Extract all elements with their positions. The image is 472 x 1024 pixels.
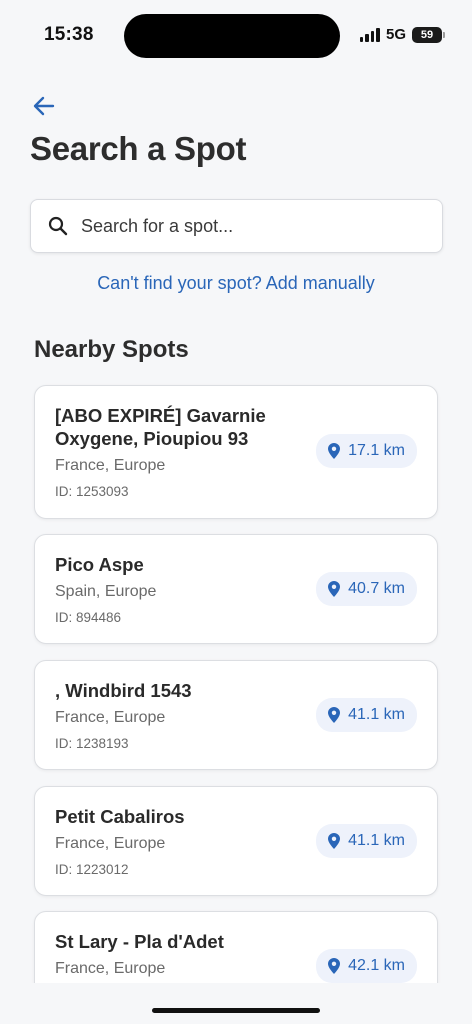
spot-card[interactable]: Pico Aspe Spain, Europe ID: 894486 40.7 …: [34, 534, 438, 644]
distance-value: 41.1 km: [348, 706, 405, 723]
spot-name: [ABO EXPIRÉ] Gavarnie Oxygene, Pioupiou …: [55, 405, 266, 449]
distance-badge: 42.1 km: [316, 949, 417, 983]
network-type: 5G: [385, 26, 406, 43]
spot-name: , Windbird 1543: [55, 680, 192, 701]
map-pin-icon: [328, 707, 341, 723]
add-manually-link[interactable]: Can't find your spot? Add manually: [0, 273, 472, 294]
search-input[interactable]: [81, 200, 442, 252]
nearby-spots-title: Nearby Spots: [34, 336, 189, 363]
distance-value: 40.7 km: [348, 580, 405, 597]
map-pin-icon: [328, 833, 341, 849]
distance-value: 42.1 km: [348, 957, 405, 974]
distance-badge: 41.1 km: [316, 824, 417, 858]
spot-card[interactable]: Petit Cabaliros France, Europe ID: 12230…: [34, 786, 438, 896]
distance-badge: 17.1 km: [316, 434, 417, 468]
map-pin-icon: [328, 958, 341, 974]
home-indicator[interactable]: [152, 1008, 320, 1013]
spot-card[interactable]: [ABO EXPIRÉ] Gavarnie Oxygene, Pioupiou …: [34, 385, 438, 519]
map-pin-icon: [328, 581, 341, 597]
spot-id: ID: 894486: [55, 610, 122, 625]
spot-id: ID: 1238193: [55, 736, 129, 751]
arrow-left-icon: [33, 96, 55, 116]
distance-badge: 40.7 km: [316, 572, 417, 606]
battery-icon: 59: [412, 26, 445, 43]
map-pin-icon: [328, 443, 341, 459]
spot-name: St Lary - Pla d'Adet: [55, 931, 224, 952]
bottom-safe-area: [0, 983, 472, 1024]
status-indicators: 5G 59: [359, 26, 445, 43]
distance-value: 41.1 km: [348, 832, 405, 849]
spot-name: Pico Aspe: [55, 554, 144, 575]
status-bar: 15:38 5G 59: [0, 0, 472, 70]
distance-value: 17.1 km: [348, 442, 405, 459]
spot-id: ID: 1253093: [55, 484, 129, 499]
battery-level: 59: [420, 28, 434, 41]
spot-name: Petit Cabaliros: [55, 806, 185, 827]
page-title: Search a Spot: [30, 130, 247, 167]
status-time: 15:38: [44, 24, 94, 45]
spot-card[interactable]: , Windbird 1543 France, Europe ID: 12381…: [34, 660, 438, 770]
dynamic-island: [124, 14, 340, 58]
spot-id: ID: 1223012: [55, 862, 129, 877]
distance-badge: 41.1 km: [316, 698, 417, 732]
cellular-signal-icon: [359, 27, 380, 42]
search-box[interactable]: [30, 199, 443, 253]
back-button[interactable]: [30, 92, 58, 120]
search-icon: [47, 215, 69, 237]
